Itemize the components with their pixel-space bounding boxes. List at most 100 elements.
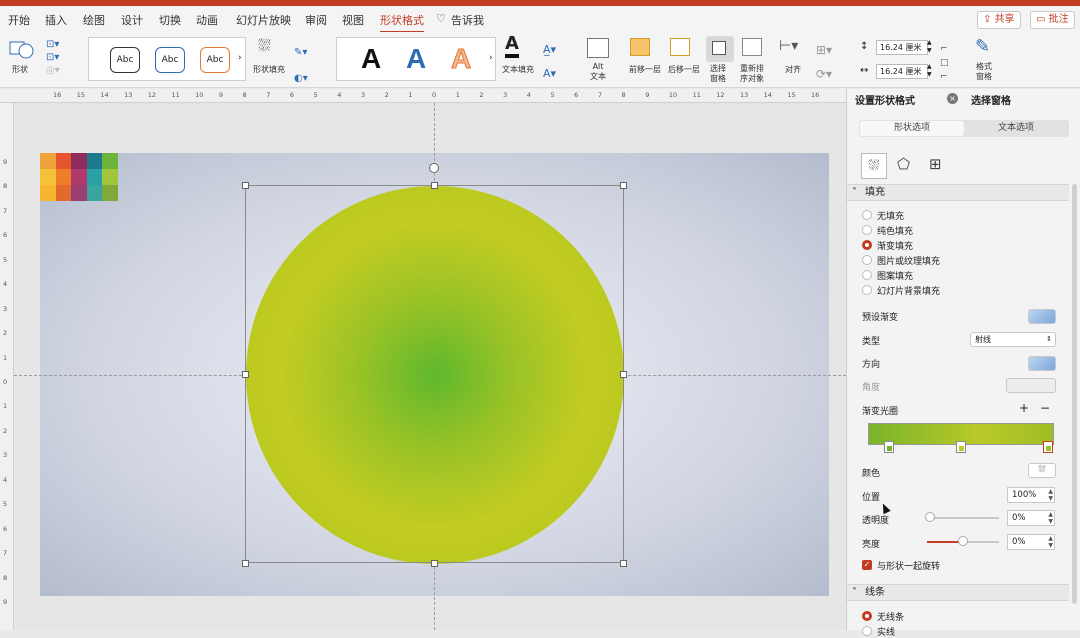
add-stop-button[interactable]: + [1019, 401, 1029, 415]
wordart-orange[interactable]: A [450, 43, 471, 75]
align-label[interactable]: 对齐 [785, 65, 801, 75]
shape-style-blue[interactable]: Abc [155, 47, 185, 73]
tell-me-icon[interactable]: ♡ [436, 12, 446, 25]
fill-section-header[interactable]: ˅ 填充 [847, 184, 1069, 201]
resize-handle-left[interactable] [242, 371, 249, 378]
tab-view[interactable]: 视图 [342, 12, 364, 28]
resize-handle-bottom[interactable] [431, 560, 438, 567]
line-radio-none[interactable] [862, 611, 872, 621]
shape-style-dark[interactable]: Abc [110, 47, 140, 73]
line-section-header[interactable]: ˅ 线条 [847, 584, 1069, 601]
fill-radio-solid[interactable] [862, 225, 872, 235]
direction-dropdown[interactable] [1028, 356, 1056, 371]
height-stepper[interactable]: ▲ ▼ [927, 39, 932, 55]
reorder-objects-icon[interactable] [742, 38, 762, 56]
tab-insert[interactable]: 插入 [45, 12, 67, 28]
wordart-black[interactable]: A [361, 43, 381, 75]
rotate-handle[interactable] [429, 163, 439, 173]
alt-text-icon[interactable] [587, 38, 609, 58]
tab-transitions[interactable]: 切换 [159, 12, 181, 28]
comments-button[interactable]: ▭ 批注 [1030, 11, 1075, 29]
outline-effects-icons[interactable]: ✎▾ ◐▾ [294, 40, 308, 92]
gradient-stop-2[interactable] [956, 441, 966, 453]
fill-line-tab-icon[interactable]: ⛆ [861, 153, 887, 179]
selection-pane-button[interactable] [706, 36, 734, 62]
tab-home[interactable]: 开始 [8, 12, 30, 28]
tab-design[interactable]: 设计 [121, 12, 143, 28]
send-backward-icon[interactable] [670, 38, 690, 56]
gradient-stop-1[interactable] [884, 441, 894, 453]
transparency-stepper[interactable]: ▲ ▼ [1048, 511, 1053, 525]
resize-handle-top-left[interactable] [242, 182, 249, 189]
fill-option-gradient[interactable]: 渐变填充 [877, 239, 913, 252]
share-button[interactable]: ⇪ 共享 [977, 11, 1021, 29]
resize-handle-bottom-right[interactable] [620, 560, 627, 567]
edit-shape-icons[interactable]: ⊡▾ ⊡▾ ◎▾ [46, 38, 60, 77]
bring-forward-label[interactable]: 前移一层 [629, 65, 661, 75]
lock-aspect-icons[interactable]: ⌐ □ ⌐ [940, 42, 949, 84]
gallery-next-icon[interactable]: › [238, 53, 242, 63]
shape-options-tab[interactable]: 形状选项 [860, 121, 964, 136]
line-radio-solid[interactable] [862, 626, 872, 636]
fill-option-picture[interactable]: 图片或纹理填充 [877, 254, 940, 267]
brightness-stepper[interactable]: ▲ ▼ [1048, 535, 1053, 549]
rotate-with-shape-label[interactable]: 与形状一起旋转 [877, 559, 940, 572]
transparency-slider[interactable] [927, 517, 999, 519]
gradient-stop-3[interactable] [1043, 441, 1053, 453]
reorder-objects-label[interactable]: 重新排 序对象 [740, 64, 764, 84]
tab-tell-me[interactable]: 告诉我 [451, 12, 484, 28]
fill-option-background[interactable]: 幻灯片背景填充 [877, 284, 940, 297]
shape-fill-label[interactable]: 形状填充 [253, 65, 285, 75]
shape-width-input[interactable]: 16.24 厘米 [876, 64, 928, 79]
fill-option-solid[interactable]: 纯色填充 [877, 224, 913, 237]
align-icon[interactable]: ⊢▾ [779, 38, 798, 54]
selection-pane-tab[interactable]: 选择窗格 [971, 92, 1011, 107]
fill-radio-pattern[interactable] [862, 270, 872, 280]
gradient-type-dropdown[interactable]: 射线 ⇕ [970, 332, 1056, 347]
fill-bucket-icon[interactable]: ⛆ [258, 36, 271, 56]
alt-text-label[interactable]: Alt 文本 [590, 62, 606, 82]
size-properties-tab-icon[interactable]: ⊞ [929, 155, 942, 173]
resize-handle-top[interactable] [431, 182, 438, 189]
effects-tab-icon[interactable]: ⬠ [897, 155, 910, 173]
bring-forward-icon[interactable] [630, 38, 650, 56]
color-palette-graphic[interactable] [40, 153, 118, 201]
fill-radio-picture[interactable] [862, 255, 872, 265]
wordart-next-icon[interactable]: › [489, 53, 493, 63]
close-icon[interactable]: × [947, 93, 958, 104]
tab-review[interactable]: 审阅 [305, 12, 327, 28]
tab-animations[interactable]: 动画 [196, 12, 218, 28]
line-option-solid[interactable]: 实线 [877, 625, 895, 638]
fill-option-pattern[interactable]: 图案填充 [877, 269, 913, 282]
shape-height-input[interactable]: 16.24 厘米 [876, 40, 928, 55]
shape-style-orange[interactable]: Abc [200, 47, 230, 73]
line-option-none[interactable]: 无线条 [877, 610, 904, 623]
selection-pane-label[interactable]: 选择 窗格 [710, 64, 726, 84]
tab-slideshow[interactable]: 幻灯片放映 [236, 12, 291, 28]
fill-radio-background[interactable] [862, 285, 872, 295]
preset-gradient-dropdown[interactable] [1028, 309, 1056, 324]
fill-radio-gradient[interactable] [862, 240, 872, 250]
transparency-slider-knob[interactable] [925, 512, 935, 522]
fill-option-none[interactable]: 无填充 [877, 209, 904, 222]
position-input[interactable]: 100% ▲ ▼ [1007, 487, 1055, 503]
position-stepper[interactable]: ▲ ▼ [1048, 488, 1053, 502]
resize-handle-bottom-left[interactable] [242, 560, 249, 567]
fill-radio-none[interactable] [862, 210, 872, 220]
shape-insert-button[interactable] [8, 38, 38, 63]
tab-shape-format[interactable]: 形状格式 [380, 12, 424, 33]
format-pane-label[interactable]: 格式 窗格 [976, 62, 992, 82]
resize-handle-top-right[interactable] [620, 182, 627, 189]
text-options-tab[interactable]: 文本选项 [964, 121, 1068, 136]
text-fill-label[interactable]: 文本填充 [502, 65, 534, 75]
rotate-with-shape-checkbox[interactable]: ✓ [862, 560, 872, 570]
color-picker-button[interactable]: ⛆ [1028, 463, 1056, 478]
wordart-blue[interactable]: A [406, 43, 426, 75]
brightness-slider-knob[interactable] [958, 536, 968, 546]
tab-draw[interactable]: 绘图 [83, 12, 105, 28]
format-pane-icon[interactable]: ✎ [975, 36, 990, 57]
panel-scrollbar[interactable] [1072, 184, 1077, 604]
send-backward-label[interactable]: 后移一层 [668, 65, 700, 75]
transparency-input[interactable]: 0% ▲ ▼ [1007, 510, 1055, 526]
brightness-input[interactable]: 0% ▲ ▼ [1007, 534, 1055, 550]
